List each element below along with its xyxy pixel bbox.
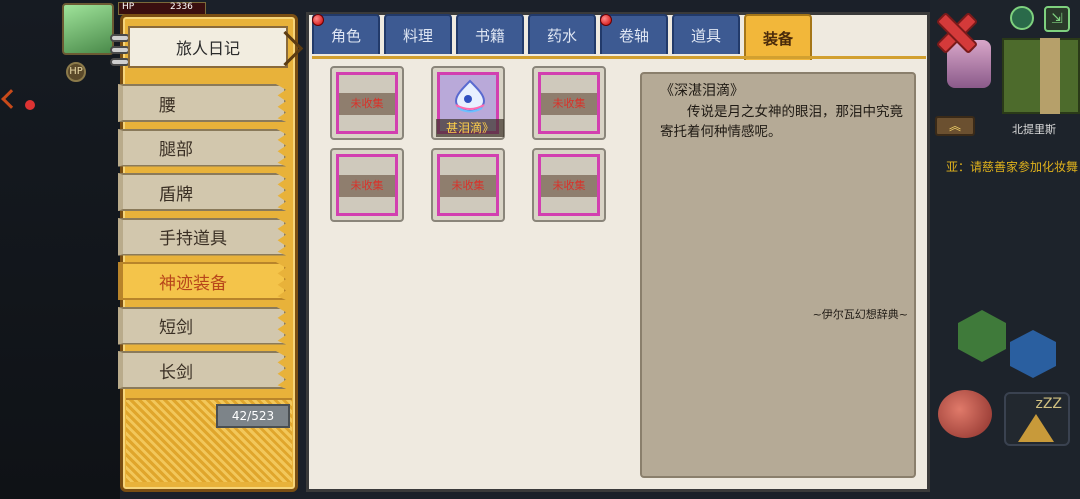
level-badge: HP: [66, 62, 86, 82]
close-icon[interactable]: [934, 10, 974, 50]
player-avatar[interactable]: [62, 3, 114, 55]
tab-label: 装备: [762, 29, 793, 48]
category-list: 腰 腿部 盾牌 手持道具 神迹装备 短剑 长剑: [118, 84, 286, 396]
notification-dot-icon: [600, 14, 612, 26]
tab-label: 道具: [690, 26, 721, 45]
journal-title: 旅人日记: [128, 26, 288, 68]
category-item[interactable]: 手持道具: [118, 217, 286, 256]
collection-counter: 42/523: [216, 404, 290, 428]
binder-ring-icon: [110, 34, 130, 42]
tab-label: 料理: [402, 26, 433, 45]
category-item[interactable]: 短剑: [118, 306, 286, 345]
slot-frame: 未收集: [336, 154, 398, 216]
network-icon[interactable]: [1010, 6, 1034, 30]
food-meat-icon[interactable]: [938, 390, 992, 438]
slot-frame: 未收集: [538, 154, 600, 216]
slot-status: 未收集: [339, 93, 395, 115]
tab-divider: [312, 56, 926, 59]
item-lore-text: 传说是月之女神的眼泪，那泪中究竟寄托着何种情感呢。: [660, 104, 903, 140]
slot-status: 未收集: [541, 175, 597, 197]
tab-bar: 角色 料理 书籍 药水 卷轴 道具 装备: [312, 14, 812, 60]
tab-cooking[interactable]: 料理: [384, 14, 452, 54]
lore-source: ~伊尔瓦幻想辞典~: [812, 308, 908, 321]
slot-status: 未收集: [541, 93, 597, 115]
item-slot[interactable]: 未收集: [431, 148, 505, 222]
tab-books[interactable]: 书籍: [456, 14, 524, 54]
slot-status: 未收集: [339, 175, 395, 197]
category-item[interactable]: 腰: [118, 84, 286, 122]
tab-potions[interactable]: 药水: [528, 14, 596, 54]
category-item[interactable]: 腿部: [118, 128, 286, 167]
teardrop-gem-icon: [454, 79, 486, 113]
slot-status: 未收集: [440, 175, 496, 197]
category-item-selected[interactable]: 神迹装备: [118, 262, 286, 300]
notification-dot-icon: [312, 14, 324, 26]
hp-value: 2336: [170, 2, 193, 12]
game-background-left: [0, 0, 120, 499]
slot-frame: 未收集: [437, 154, 499, 216]
item-slot[interactable]: 未收集: [532, 66, 606, 140]
notification-dot-icon: [25, 100, 35, 110]
tab-label: 卷轴: [618, 26, 649, 45]
map-location-label: 北提里斯: [1012, 123, 1056, 136]
category-item[interactable]: 盾牌: [118, 173, 286, 211]
item-slot[interactable]: 未收集: [330, 66, 404, 140]
tab-label: 书籍: [474, 26, 505, 45]
tab-items[interactable]: 道具: [672, 14, 740, 54]
slot-frame: 未收集: [538, 72, 600, 134]
slot-frame: 甚泪滴》: [436, 72, 504, 137]
binder-ring-icon: [110, 58, 130, 66]
hp-label: HP: [122, 2, 135, 12]
scrolling-announcement: 亚：请慈善家参加化妆舞: [946, 160, 1079, 174]
tab-label: 角色: [330, 26, 361, 45]
item-name-label: 甚泪滴》: [436, 119, 504, 137]
minimap-road: [1040, 38, 1060, 114]
tab-scrolls[interactable]: 卷轴: [600, 14, 668, 54]
expand-up-button[interactable]: ︽: [935, 116, 975, 136]
tab-label: 药水: [546, 26, 577, 45]
item-slot-collected[interactable]: 甚泪滴》: [431, 66, 505, 140]
item-slot[interactable]: 未收集: [330, 148, 404, 222]
exit-icon[interactable]: ⇲: [1044, 6, 1070, 32]
category-item[interactable]: 长剑: [118, 351, 286, 389]
tab-equipment[interactable]: 装备: [744, 14, 812, 60]
slot-frame: 未收集: [336, 72, 398, 134]
tab-character[interactable]: 角色: [312, 14, 380, 54]
item-description-panel: 《深湛泪滴》 传说是月之女神的眼泪，那泪中究竟寄托着何种情感呢。 ~伊尔瓦幻想辞…: [640, 72, 916, 478]
binder-ring-icon: [110, 46, 130, 54]
item-slot[interactable]: 未收集: [532, 148, 606, 222]
item-title: 《深湛泪滴》: [660, 83, 744, 99]
